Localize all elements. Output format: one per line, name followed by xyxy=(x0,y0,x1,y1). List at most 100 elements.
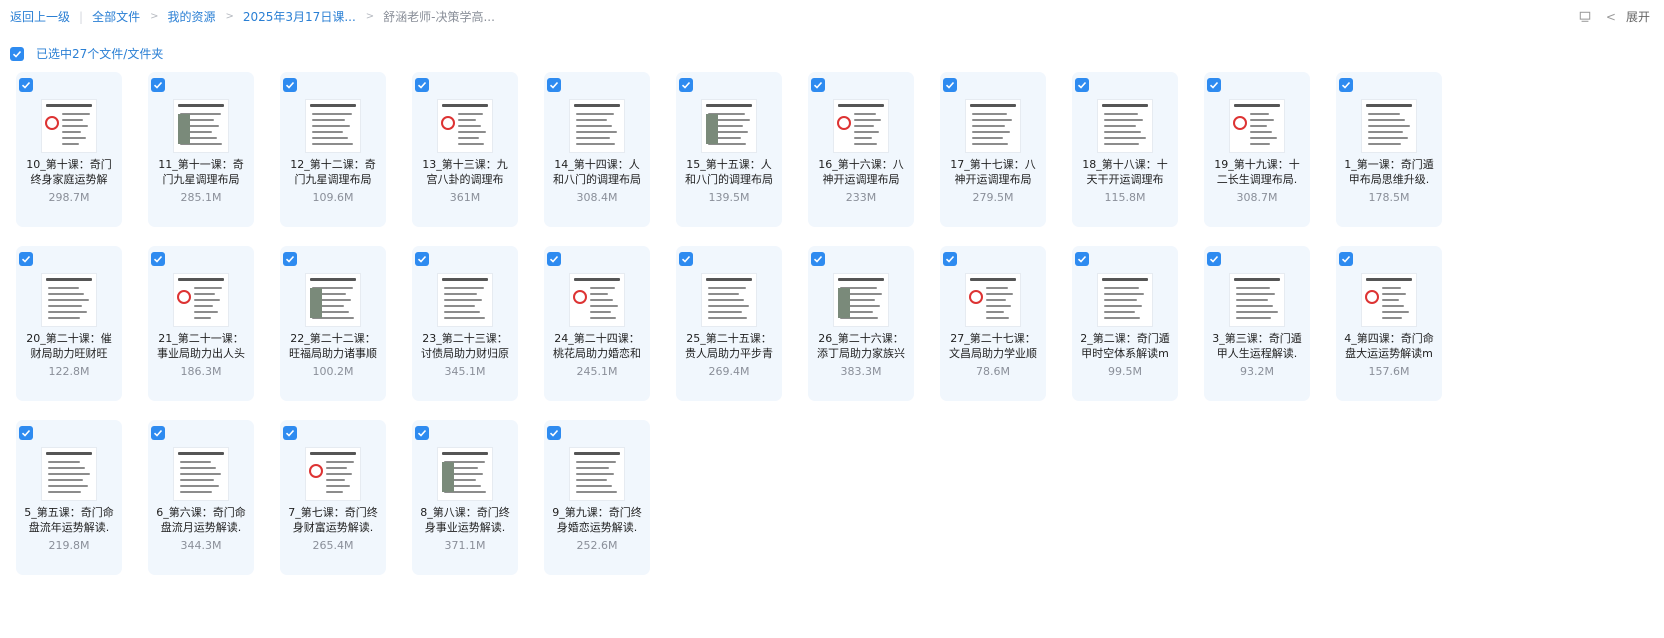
file-card[interactable]: 10_第十课：奇门终身家庭运势解 298.7M xyxy=(16,72,122,227)
breadcrumb-item-course-folder[interactable]: 2025年3月17日课... xyxy=(243,8,356,25)
top-bar: 返回上一级 | 全部文件 > 我的资源 > 2025年3月17日课... > 舒… xyxy=(0,0,1664,34)
file-thumbnail xyxy=(174,448,228,500)
file-card[interactable]: 14_第十四课：人和八门的调理布局 308.4M xyxy=(544,72,650,227)
breadcrumb-item-all-files[interactable]: 全部文件 xyxy=(92,8,140,25)
file-checkbox[interactable] xyxy=(415,78,429,92)
file-name: 14_第十四课：人和八门的调理布局 xyxy=(553,158,641,186)
file-card[interactable]: 13_第十三课：九宫八卦的调理布 361M xyxy=(412,72,518,227)
file-name: 25_第二十五课：贵人局助力平步青 xyxy=(685,332,773,360)
file-size: 109.6M xyxy=(312,191,354,204)
file-thumbnail xyxy=(1098,274,1152,326)
breadcrumb-item-my-resources[interactable]: 我的资源 xyxy=(167,8,215,25)
file-name: 6_第六课：奇门命盘流月运势解读. xyxy=(156,506,246,534)
file-name: 17_第十七课：八神开运调理布局 xyxy=(950,158,1036,186)
file-checkbox[interactable] xyxy=(1207,252,1221,266)
file-card[interactable]: 9_第九课：奇门终身婚恋运势解读. 252.6M xyxy=(544,420,650,575)
file-size: 308.7M xyxy=(1236,191,1278,204)
file-thumbnail xyxy=(42,100,96,152)
file-checkbox[interactable] xyxy=(1339,78,1353,92)
file-card[interactable]: 17_第十七课：八神开运调理布局 279.5M xyxy=(940,72,1046,227)
file-checkbox[interactable] xyxy=(1207,78,1221,92)
file-card[interactable]: 16_第十六课：八神开运调理布局 233M xyxy=(808,72,914,227)
file-checkbox[interactable] xyxy=(19,252,33,266)
file-size: 219.8M xyxy=(48,539,90,552)
file-checkbox[interactable] xyxy=(1075,252,1089,266)
file-checkbox[interactable] xyxy=(943,78,957,92)
file-card[interactable]: 3_第三课：奇门遁甲人生运程解读. 93.2M xyxy=(1204,246,1310,401)
file-card[interactable]: 22_第二十二课：旺福局助力诸事顺 100.2M xyxy=(280,246,386,401)
file-checkbox[interactable] xyxy=(283,252,297,266)
file-card[interactable]: 1_第一课：奇门遁甲布局思维升级. 178.5M xyxy=(1336,72,1442,227)
file-checkbox[interactable] xyxy=(679,78,693,92)
file-card[interactable]: 25_第二十五课：贵人局助力平步青 269.4M xyxy=(676,246,782,401)
chevron-right-icon: > xyxy=(365,11,375,22)
file-card[interactable]: 11_第十一课：奇门九星调理布局 285.1M xyxy=(148,72,254,227)
file-name: 26_第二十六课：添丁局助力家族兴 xyxy=(817,332,905,360)
file-checkbox[interactable] xyxy=(943,252,957,266)
expand-button[interactable]: < 展开 xyxy=(1606,8,1650,25)
file-checkbox[interactable] xyxy=(151,426,165,440)
file-card[interactable]: 18_第十八课：十天干开运调理布 115.8M xyxy=(1072,72,1178,227)
file-checkbox[interactable] xyxy=(547,78,561,92)
file-name: 3_第三课：奇门遁甲人生运程解读. xyxy=(1212,332,1302,360)
file-checkbox[interactable] xyxy=(811,252,825,266)
file-thumbnail xyxy=(570,448,624,500)
file-card[interactable]: 20_第二十课：催财局助力旺财旺 122.8M xyxy=(16,246,122,401)
file-size: 298.7M xyxy=(48,191,90,204)
file-card[interactable]: 21_第二十一课：事业局助力出人头 186.3M xyxy=(148,246,254,401)
file-checkbox[interactable] xyxy=(679,252,693,266)
chevron-right-icon: > xyxy=(225,11,234,22)
breadcrumb-divider: | xyxy=(79,9,84,24)
file-card[interactable]: 23_第二十三课：讨债局助力财归原 345.1M xyxy=(412,246,518,401)
file-name: 20_第二十课：催财局助力旺财旺 xyxy=(26,332,112,360)
file-checkbox[interactable] xyxy=(547,426,561,440)
file-name: 11_第十一课：奇门九星调理布局 xyxy=(158,158,244,186)
file-card[interactable]: 12_第十二课：奇门九星调理布局 109.6M xyxy=(280,72,386,227)
file-card[interactable]: 19_第十九课：十二长生调理布局. 308.7M xyxy=(1204,72,1310,227)
file-card[interactable]: 4_第四课：奇门命盘大运运势解读m 157.6M xyxy=(1336,246,1442,401)
file-card[interactable]: 24_第二十四课：桃花局助力婚恋和 245.1M xyxy=(544,246,650,401)
file-size: 371.1M xyxy=(444,539,486,552)
file-checkbox[interactable] xyxy=(283,426,297,440)
file-thumbnail xyxy=(1362,100,1416,152)
file-checkbox[interactable] xyxy=(19,426,33,440)
file-checkbox[interactable] xyxy=(415,426,429,440)
file-thumbnail xyxy=(1362,274,1416,326)
file-size: 252.6M xyxy=(576,539,618,552)
file-card[interactable]: 27_第二十七课：文昌局助力学业顺 78.6M xyxy=(940,246,1046,401)
file-card[interactable]: 15_第十五课：人和八门的调理布局 139.5M xyxy=(676,72,782,227)
file-name: 19_第十九课：十二长生调理布局. xyxy=(1214,158,1300,186)
selection-row: 已选中27个文件/文件夹 xyxy=(10,45,163,62)
file-thumbnail xyxy=(438,274,492,326)
back-link[interactable]: 返回上一级 xyxy=(10,8,70,25)
file-checkbox[interactable] xyxy=(811,78,825,92)
file-thumbnail xyxy=(1098,100,1152,152)
layout-icon[interactable] xyxy=(1578,10,1592,24)
file-card[interactable]: 8_第八课：奇门终身事业运势解读. 371.1M xyxy=(412,420,518,575)
selection-count-label: 已选中27个文件/文件夹 xyxy=(36,47,164,61)
file-thumbnail xyxy=(570,274,624,326)
select-all-checkbox[interactable] xyxy=(10,46,24,61)
file-card[interactable]: 5_第五课：奇门命盘流年运势解读. 219.8M xyxy=(16,420,122,575)
file-thumbnail xyxy=(1230,100,1284,152)
file-thumbnail xyxy=(834,100,888,152)
file-checkbox[interactable] xyxy=(1339,252,1353,266)
file-card[interactable]: 6_第六课：奇门命盘流月运势解读. 344.3M xyxy=(148,420,254,575)
top-right-tools: < 展开 xyxy=(1578,8,1650,25)
file-checkbox[interactable] xyxy=(415,252,429,266)
file-card[interactable]: 7_第七课：奇门终身财富运势解读. 265.4M xyxy=(280,420,386,575)
expand-label: 展开 xyxy=(1625,10,1650,24)
file-card[interactable]: 26_第二十六课：添丁局助力家族兴 383.3M xyxy=(808,246,914,401)
file-card[interactable]: 2_第二课：奇门遁甲时空体系解读m 99.5M xyxy=(1072,246,1178,401)
file-checkbox[interactable] xyxy=(151,78,165,92)
file-checkbox[interactable] xyxy=(151,252,165,266)
file-size: 122.8M xyxy=(48,365,90,378)
breadcrumb-current: 舒涵老师-决策学高... xyxy=(383,10,495,24)
file-checkbox[interactable] xyxy=(19,78,33,92)
file-checkbox[interactable] xyxy=(547,252,561,266)
file-size: 99.5M xyxy=(1108,365,1142,378)
file-thumbnail xyxy=(966,100,1020,152)
file-size: 265.4M xyxy=(312,539,354,552)
file-checkbox[interactable] xyxy=(283,78,297,92)
file-checkbox[interactable] xyxy=(1075,78,1089,92)
